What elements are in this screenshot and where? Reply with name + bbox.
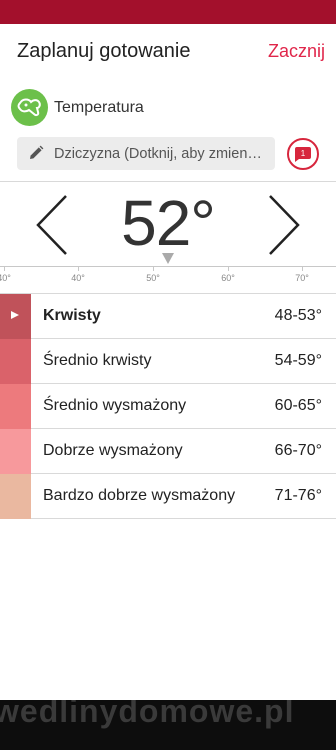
- probe-badge-icon[interactable]: 1: [287, 138, 319, 170]
- scale-tick: [302, 266, 303, 271]
- meat-type-value: Dziczyzna (Dotknij, aby zmien…: [54, 146, 262, 162]
- doneness-color-swatch: [0, 474, 31, 519]
- doneness-row-well-done[interactable]: Dobrze wysmażony 66-70°: [0, 429, 336, 474]
- scale-tick-label: 50°: [146, 273, 160, 283]
- doneness-range: 71-76°: [274, 487, 322, 504]
- doneness-row-very-well-done[interactable]: Bardzo dobrze wysmażony 71-76°: [0, 474, 336, 519]
- header: Zaplanuj gotowanie Zacznij: [0, 24, 336, 80]
- scale-tick-label: 40°: [0, 273, 11, 283]
- doneness-row-medium[interactable]: Średnio wysmażony 60-65°: [0, 384, 336, 429]
- doneness-range: 54-59°: [274, 352, 322, 369]
- doneness-label: Średnio krwisty: [43, 352, 152, 369]
- scale-pointer-icon: [162, 253, 174, 264]
- doneness-range: 60-65°: [274, 397, 322, 414]
- scale-line: [0, 266, 336, 267]
- scale-tick: [78, 266, 79, 271]
- meat-icon: [11, 89, 48, 126]
- scale-tick: [153, 266, 154, 271]
- scale-tick-label: 60°: [221, 273, 235, 283]
- doneness-row-rare[interactable]: Krwisty 48-53°: [0, 294, 336, 339]
- page-title: Zaplanuj gotowanie: [17, 40, 191, 62]
- mode-label: Temperatura: [54, 99, 144, 116]
- scale-tick-label: 40°: [71, 273, 85, 283]
- scale-tick-label: 70°: [295, 273, 309, 283]
- doneness-label: Dobrze wysmażony: [43, 442, 183, 459]
- doneness-list: Krwisty 48-53° Średnio krwisty 54-59° Śr…: [0, 294, 336, 519]
- doneness-color-swatch: [0, 429, 31, 474]
- doneness-range: 66-70°: [274, 442, 322, 459]
- temperature-scale[interactable]: 40° 40° 50° 60° 70°: [0, 249, 336, 293]
- watermark-bar: wedlinydomowe.pl: [0, 700, 336, 750]
- scale-tick: [4, 266, 5, 271]
- mode-row[interactable]: Temperatura: [0, 88, 336, 128]
- watermark: wedlinydomowe.pl: [0, 700, 295, 729]
- badge-count: 1: [301, 149, 306, 158]
- selected-marker-icon: [11, 311, 19, 319]
- doneness-row-medium-rare[interactable]: Średnio krwisty 54-59°: [0, 339, 336, 384]
- doneness-label: Krwisty: [43, 307, 101, 324]
- doneness-color-swatch: [0, 339, 31, 384]
- doneness-label: Średnio wysmażony: [43, 397, 187, 414]
- doneness-range: 48-53°: [274, 307, 322, 324]
- meat-type-field[interactable]: Dziczyzna (Dotknij, aby zmien…: [17, 137, 275, 170]
- status-bar: [0, 0, 336, 24]
- doneness-label: Bardzo dobrze wysmażony: [43, 487, 236, 504]
- divider: [0, 181, 336, 182]
- scale-tick: [228, 266, 229, 271]
- doneness-color-swatch: [0, 384, 31, 429]
- pencil-icon: [30, 145, 44, 159]
- start-button[interactable]: Zacznij: [268, 41, 325, 62]
